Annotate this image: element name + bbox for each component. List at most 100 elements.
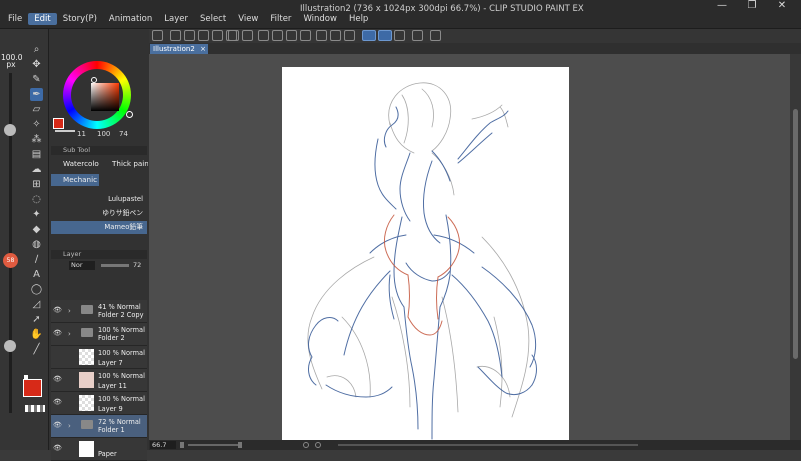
sketch-artwork	[307, 82, 537, 440]
zoom-tool-icon[interactable]: ⌕	[30, 43, 43, 56]
invert-selection-icon[interactable]	[330, 30, 341, 41]
saturation-value-square[interactable]	[91, 83, 119, 111]
undo-icon[interactable]	[228, 30, 239, 41]
command-icon[interactable]	[152, 30, 163, 41]
menu-help[interactable]: Help	[343, 13, 374, 25]
visibility-eye-icon[interactable]: 👁	[53, 376, 62, 383]
visibility-eye-icon[interactable]: 👁	[53, 399, 62, 406]
balloon-tool-icon[interactable]: ◯	[30, 283, 43, 296]
menu-layer[interactable]: Layer	[158, 13, 194, 25]
fill-tool-icon[interactable]: ◆	[30, 223, 43, 236]
line-tool-icon[interactable]: ∕	[30, 253, 43, 266]
zoom-out-icon[interactable]	[180, 442, 184, 448]
frame-tool-icon[interactable]: ◿	[30, 298, 43, 311]
vertical-scrollbar[interactable]	[790, 54, 801, 440]
export-icon[interactable]	[212, 30, 223, 41]
transparent-color-swatch[interactable]	[25, 405, 45, 412]
subtool-group-thick-paint[interactable]: Thick paint	[100, 158, 148, 170]
snap-to-ruler-icon[interactable]	[362, 30, 376, 41]
transform-icon[interactable]	[300, 30, 311, 41]
clear-icon[interactable]	[272, 30, 283, 41]
current-color-icon[interactable]	[53, 118, 64, 129]
object-tool-icon[interactable]: ◍	[30, 238, 43, 251]
maximize-button[interactable]: ❐	[737, 0, 767, 12]
expand-arrow-icon[interactable]: ›	[68, 422, 71, 430]
visibility-eye-icon[interactable]: 👁	[53, 422, 62, 429]
deselect-icon[interactable]	[316, 30, 327, 41]
minimize-button[interactable]: —	[707, 0, 737, 12]
rotate-left-icon[interactable]	[303, 442, 309, 448]
fill-icon[interactable]	[286, 30, 297, 41]
move-tool-icon[interactable]: ✥	[30, 58, 43, 71]
new-file-icon[interactable]	[170, 30, 181, 41]
snap-to-special-ruler-icon[interactable]	[378, 30, 392, 41]
color-wheel[interactable]	[63, 61, 133, 129]
layer-row-folder-2[interactable]: 👁 › 100 % Normal Folder 2	[51, 323, 147, 346]
rotate-right-icon[interactable]	[315, 442, 321, 448]
menu-animation[interactable]: Animation	[103, 13, 158, 25]
canvas-area[interactable]	[148, 54, 790, 447]
airbrush-tool-icon[interactable]: ⁂	[30, 133, 43, 146]
horizontal-scrollbar[interactable]	[338, 444, 638, 446]
main-color-swatch[interactable]	[23, 379, 42, 397]
close-tab-icon[interactable]: ×	[200, 44, 206, 54]
vertical-scroll-thumb[interactable]	[793, 109, 798, 359]
save-icon[interactable]	[198, 30, 209, 41]
hand-tool-icon[interactable]: ✋	[30, 328, 43, 341]
menu-edit[interactable]: Edit	[28, 13, 57, 25]
layer-row-folder-2-copy[interactable]: 👁 › 41 % Normal Folder 2 Copy	[51, 300, 147, 323]
auto-select-tool-icon[interactable]: ✦	[30, 208, 43, 221]
eyedropper-tool-icon[interactable]: ✎	[30, 73, 43, 86]
brush-item-yurisa-pen[interactable]: ゆりサ鉛ペン	[51, 207, 147, 220]
subtool-group-watercolor[interactable]: Watercolor	[51, 158, 99, 170]
layer-row-folder-1[interactable]: 👁 › 72 % Normal Folder 1	[51, 415, 147, 438]
expand-arrow-icon[interactable]: ›	[68, 330, 71, 338]
zoom-slider[interactable]	[188, 444, 238, 446]
blend-tool-icon[interactable]: ☁	[30, 163, 43, 176]
sub-color-swatch[interactable]	[24, 375, 28, 379]
color-icon[interactable]	[412, 30, 423, 41]
show-selection-icon[interactable]	[344, 30, 355, 41]
lasso-tool-icon[interactable]: ◌	[30, 193, 43, 206]
loading-icon[interactable]	[258, 30, 269, 41]
visibility-eye-icon[interactable]: 👁	[53, 445, 62, 452]
brush-opacity-knob[interactable]	[4, 340, 16, 352]
brush-item-lulupastel[interactable]: Lulupastel	[51, 193, 147, 206]
menu-window[interactable]: Window	[297, 13, 343, 25]
brush-size-knob[interactable]	[4, 124, 16, 136]
canvas-paper[interactable]	[282, 67, 569, 447]
zoom-field[interactable]: 66.7	[150, 441, 176, 449]
menu-view[interactable]: View	[232, 13, 264, 25]
grid-tool-icon[interactable]: ⊞	[30, 178, 43, 191]
assets-icon[interactable]	[430, 30, 441, 41]
subtool-group-mechanic[interactable]: Mechanic	[51, 174, 99, 186]
menu-select[interactable]: Select	[194, 13, 232, 25]
visibility-eye-icon[interactable]: 👁	[53, 307, 62, 314]
gradient-tool-icon[interactable]: ▤	[30, 148, 43, 161]
menu-file[interactable]: File	[2, 13, 28, 25]
layer-opacity-slider[interactable]	[101, 264, 129, 267]
text-tool-icon[interactable]: A	[30, 268, 43, 281]
folder-icon	[81, 305, 93, 314]
expand-arrow-icon[interactable]: ›	[68, 307, 71, 315]
blend-mode-select[interactable]: Nor	[69, 261, 95, 270]
operation-tool-icon[interactable]: ➚	[30, 313, 43, 326]
ruler-tool-icon[interactable]: ╱	[30, 343, 43, 356]
tab-illustration2[interactable]: Illustration2 ×	[150, 44, 208, 54]
zoom-in-icon[interactable]	[238, 442, 242, 448]
redo-icon[interactable]	[242, 30, 253, 41]
menu-filter[interactable]: Filter	[264, 13, 297, 25]
snap-to-grid-icon[interactable]	[394, 30, 405, 41]
hue-value: 11	[77, 130, 86, 138]
brush-item-mameo-pencil[interactable]: Mameo鉛筆	[51, 221, 147, 234]
open-file-icon[interactable]	[184, 30, 195, 41]
layer-row-layer-9[interactable]: 👁 100 % Normal Layer 9	[51, 392, 147, 415]
eraser-tool-icon[interactable]: ▱	[30, 103, 43, 116]
close-window-button[interactable]: ✕	[767, 0, 797, 12]
pen-tool-icon[interactable]: ✒	[30, 88, 43, 101]
layer-row-layer-11[interactable]: 👁 100 % Normal Layer 11	[51, 369, 147, 392]
layer-row-layer-7[interactable]: 100 % Normal Layer 7	[51, 346, 147, 369]
visibility-eye-icon[interactable]: 👁	[53, 330, 62, 337]
menu-story[interactable]: Story(P)	[57, 13, 103, 25]
decoration-tool-icon[interactable]: ✧	[30, 118, 43, 131]
